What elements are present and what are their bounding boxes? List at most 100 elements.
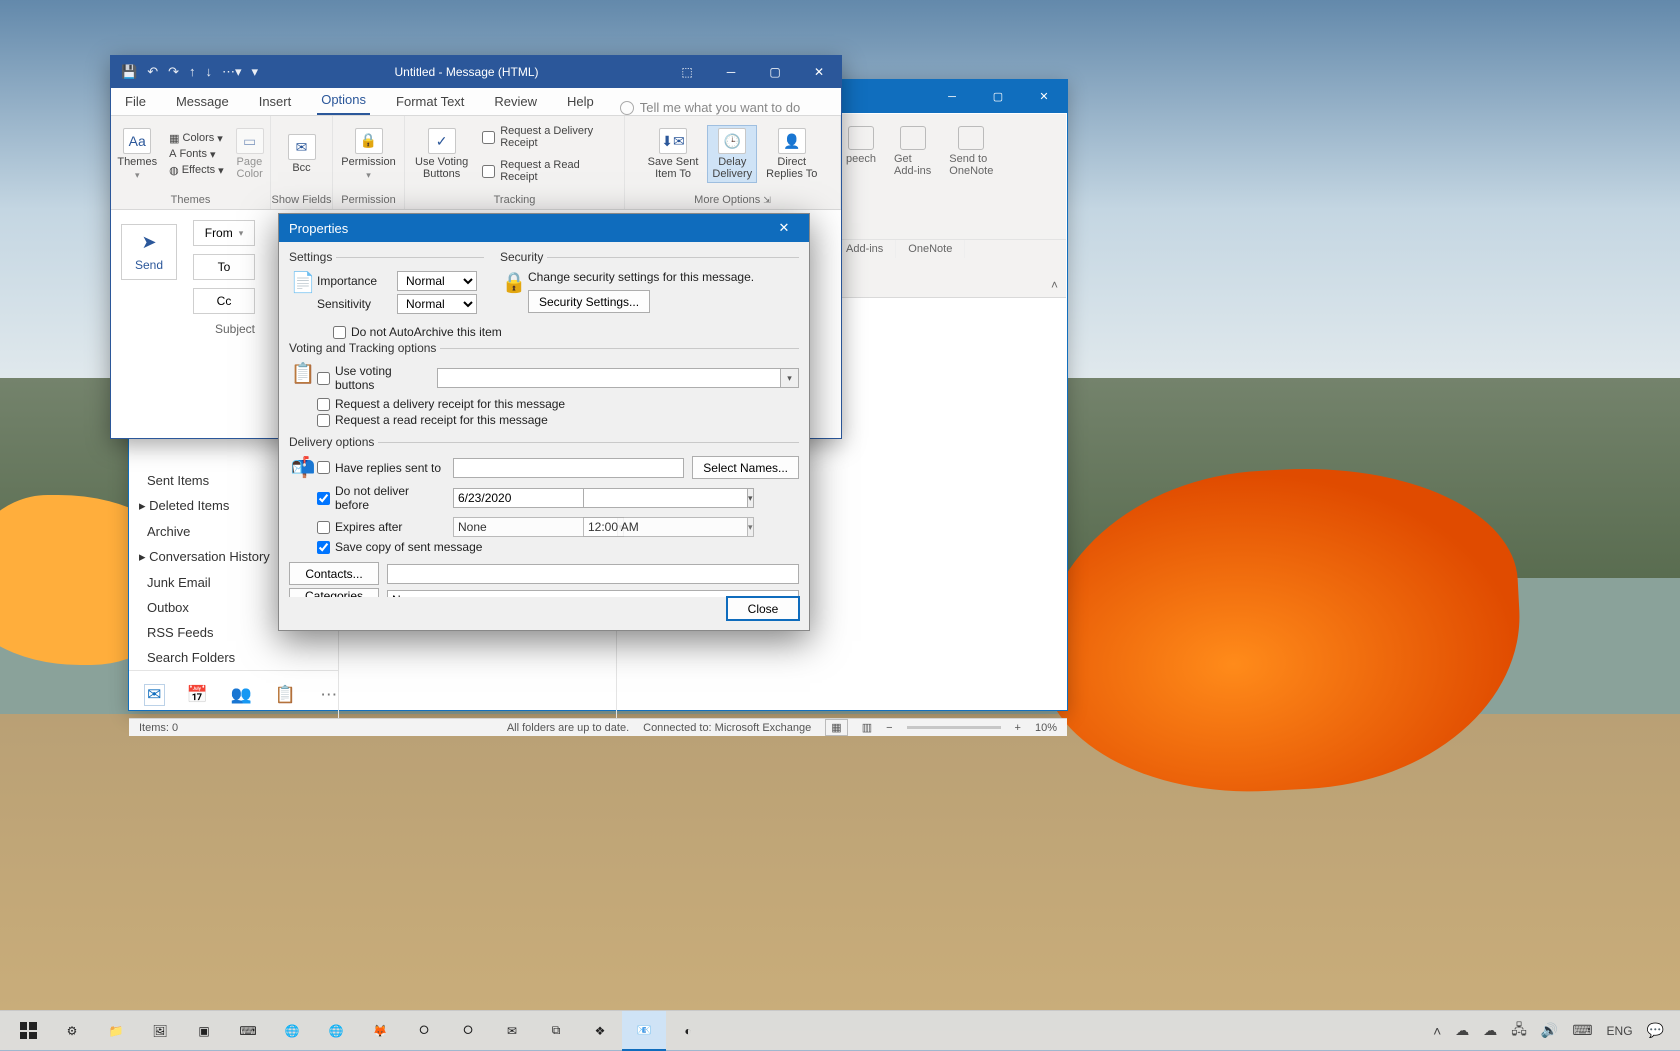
save-copy-checkbox[interactable]: Save copy of sent message [317,540,799,554]
compose-minimize-button[interactable]: ─ [709,56,753,88]
voting-buttons-field[interactable] [437,368,781,388]
tray-keyboard-icon[interactable]: ⌨ [1572,1022,1592,1039]
no-autoarchive-checkbox[interactable]: Do not AutoArchive this item [333,325,799,339]
taskbar-settings[interactable]: ⚙ [50,1011,94,1051]
do-not-deliver-before-checkbox[interactable]: Do not deliver before [317,484,445,512]
collapse-ribbon-button[interactable]: ˄ [1051,278,1058,292]
taskbar-terminal2[interactable]: ⌨ [226,1011,270,1051]
tab-insert[interactable]: Insert [255,90,296,115]
delay-delivery-button[interactable]: 🕒Delay Delivery [708,126,756,182]
categories-button[interactable]: Categories ▾ [289,588,379,597]
contacts-field[interactable] [387,564,799,584]
themes-button[interactable]: AaThemes▾ [113,126,161,183]
qat-customize-icon[interactable]: ▾ [252,64,259,80]
get-addins-button[interactable]: Get Add-ins [888,122,937,181]
taskbar-chrome[interactable]: ⭘ [402,1011,446,1051]
dialog-close-button[interactable]: ✕ [769,220,799,236]
tray-volume-icon[interactable]: 🔊 [1541,1022,1558,1039]
start-button[interactable] [6,1011,50,1051]
zoom-slider[interactable] [907,726,1001,729]
qat-more-icon[interactable]: ⋯▾ [222,64,242,80]
cc-button[interactable]: Cc [193,288,255,314]
tray-chevron-icon[interactable]: ˄ [1433,1023,1441,1039]
expires-time-field[interactable] [583,517,748,537]
taskbar-explorer[interactable]: 📁 [94,1011,138,1051]
send-button[interactable]: ➤ Send [121,224,177,280]
not-before-time-dropdown[interactable]: ▾ [748,488,754,508]
importance-select[interactable]: Normal [397,271,477,291]
replies-to-checkbox[interactable]: Have replies sent to [317,461,445,475]
zoom-in-button[interactable]: + [1015,722,1021,734]
taskbar-app1[interactable]: ❖ [578,1011,622,1051]
taskbar-mail[interactable]: ✉ [490,1011,534,1051]
to-button[interactable]: To [193,254,255,280]
permission-button[interactable]: 🔒Permission▾ [337,126,399,183]
send-to-onenote-button[interactable]: Send to OneNote [943,122,999,181]
next-item-icon[interactable]: ↓ [206,64,213,80]
request-read-receipt[interactable]: Request a Read Receipt [482,159,618,183]
tell-me-search[interactable]: Tell me what you want to do [620,100,831,115]
from-button[interactable]: From [193,220,255,246]
taskbar-photos[interactable]: 🖼 [138,1011,182,1051]
voting-buttons[interactable]: ✓Use Voting Buttons [411,126,472,182]
taskbar-edge[interactable]: 🌐 [270,1011,314,1051]
taskbar-chrome-canary[interactable]: ⭘ [446,1011,490,1051]
tray-language[interactable]: ENG [1607,1024,1633,1038]
close-button[interactable]: Close [727,597,799,620]
bcc-button[interactable]: ✉Bcc [284,132,320,176]
read-receipt-checkbox[interactable]: Request a read receipt for this message [317,413,799,427]
read-aloud-button[interactable]: peech [840,122,882,181]
redo-icon[interactable]: ↷ [168,64,179,80]
compose-close-button[interactable]: ✕ [797,56,841,88]
tab-message[interactable]: Message [172,90,233,115]
tray-action-center-icon[interactable]: 💬 [1647,1022,1664,1039]
undo-icon[interactable]: ↶ [147,64,158,80]
more-views-icon[interactable]: ⋯ [320,685,339,705]
taskbar-firefox[interactable]: 🦊 [358,1011,402,1051]
tab-file[interactable]: File [121,90,150,115]
minimize-button[interactable]: ─ [929,80,975,113]
tray-network-icon[interactable]: 🖧 [1511,1019,1527,1043]
not-before-time-field[interactable] [583,488,748,508]
maximize-button[interactable]: ▢ [975,80,1021,113]
effects-button[interactable]: ◍Effects ▾ [167,163,226,178]
categories-field[interactable] [387,590,799,598]
taskbar-app2[interactable]: ◐ [666,1011,710,1051]
mail-view-icon[interactable]: ✉ [145,685,164,705]
direct-replies-to-button[interactable]: 👤Direct Replies To [762,126,821,182]
tab-help[interactable]: Help [563,90,598,115]
taskbar-edge-beta[interactable]: 🌐 [314,1011,358,1051]
prev-item-icon[interactable]: ↑ [189,64,196,80]
view-normal-icon[interactable]: ▦ [825,719,847,736]
tasks-view-icon[interactable]: 📋 [276,685,296,705]
tray-meet-now-icon[interactable]: ☁ [1455,1022,1469,1039]
tab-options[interactable]: Options [317,88,370,115]
tab-review[interactable]: Review [490,90,541,115]
expires-time-dropdown[interactable]: ▾ [748,517,754,537]
compose-titlebar[interactable]: 💾 ↶ ↷ ↑ ↓ ⋯▾ ▾ Untitled - Message (HTML)… [111,56,841,88]
calendar-view-icon[interactable]: 📅 [188,685,208,705]
ribbon-display-button[interactable]: ⬚ [665,56,709,88]
close-button[interactable]: ✕ [1021,80,1067,113]
use-voting-checkbox[interactable]: Use voting buttons [317,364,429,392]
select-names-button[interactable]: Select Names... [692,456,799,479]
compose-maximize-button[interactable]: ▢ [753,56,797,88]
tray-onedrive-icon[interactable]: ☁ [1483,1022,1497,1039]
replies-to-field[interactable] [453,458,684,478]
nav-search-folders[interactable]: Search Folders [129,645,338,670]
request-delivery-receipt[interactable]: Request a Delivery Receipt [482,125,618,149]
taskbar-powershell[interactable]: ⧉ [534,1011,578,1051]
expires-after-checkbox[interactable]: Expires after [317,520,445,534]
colors-button[interactable]: ▦Colors ▾ [167,131,226,146]
voting-dropdown-button[interactable]: ▾ [781,368,799,388]
save-icon[interactable]: 💾 [121,64,137,80]
tab-format-text[interactable]: Format Text [392,90,468,115]
page-color-button[interactable]: ▭Page Color [232,126,268,182]
fonts-button[interactable]: AFonts ▾ [167,147,226,162]
taskbar-outlook[interactable]: 📧 [622,1011,666,1051]
zoom-out-button[interactable]: − [886,722,892,734]
dialog-titlebar[interactable]: Properties ✕ [279,214,809,242]
save-sent-item-to-button[interactable]: ⬇✉Save Sent Item To [644,126,703,182]
view-reading-icon[interactable]: ▥ [862,721,872,734]
delivery-receipt-checkbox[interactable]: Request a delivery receipt for this mess… [317,397,799,411]
